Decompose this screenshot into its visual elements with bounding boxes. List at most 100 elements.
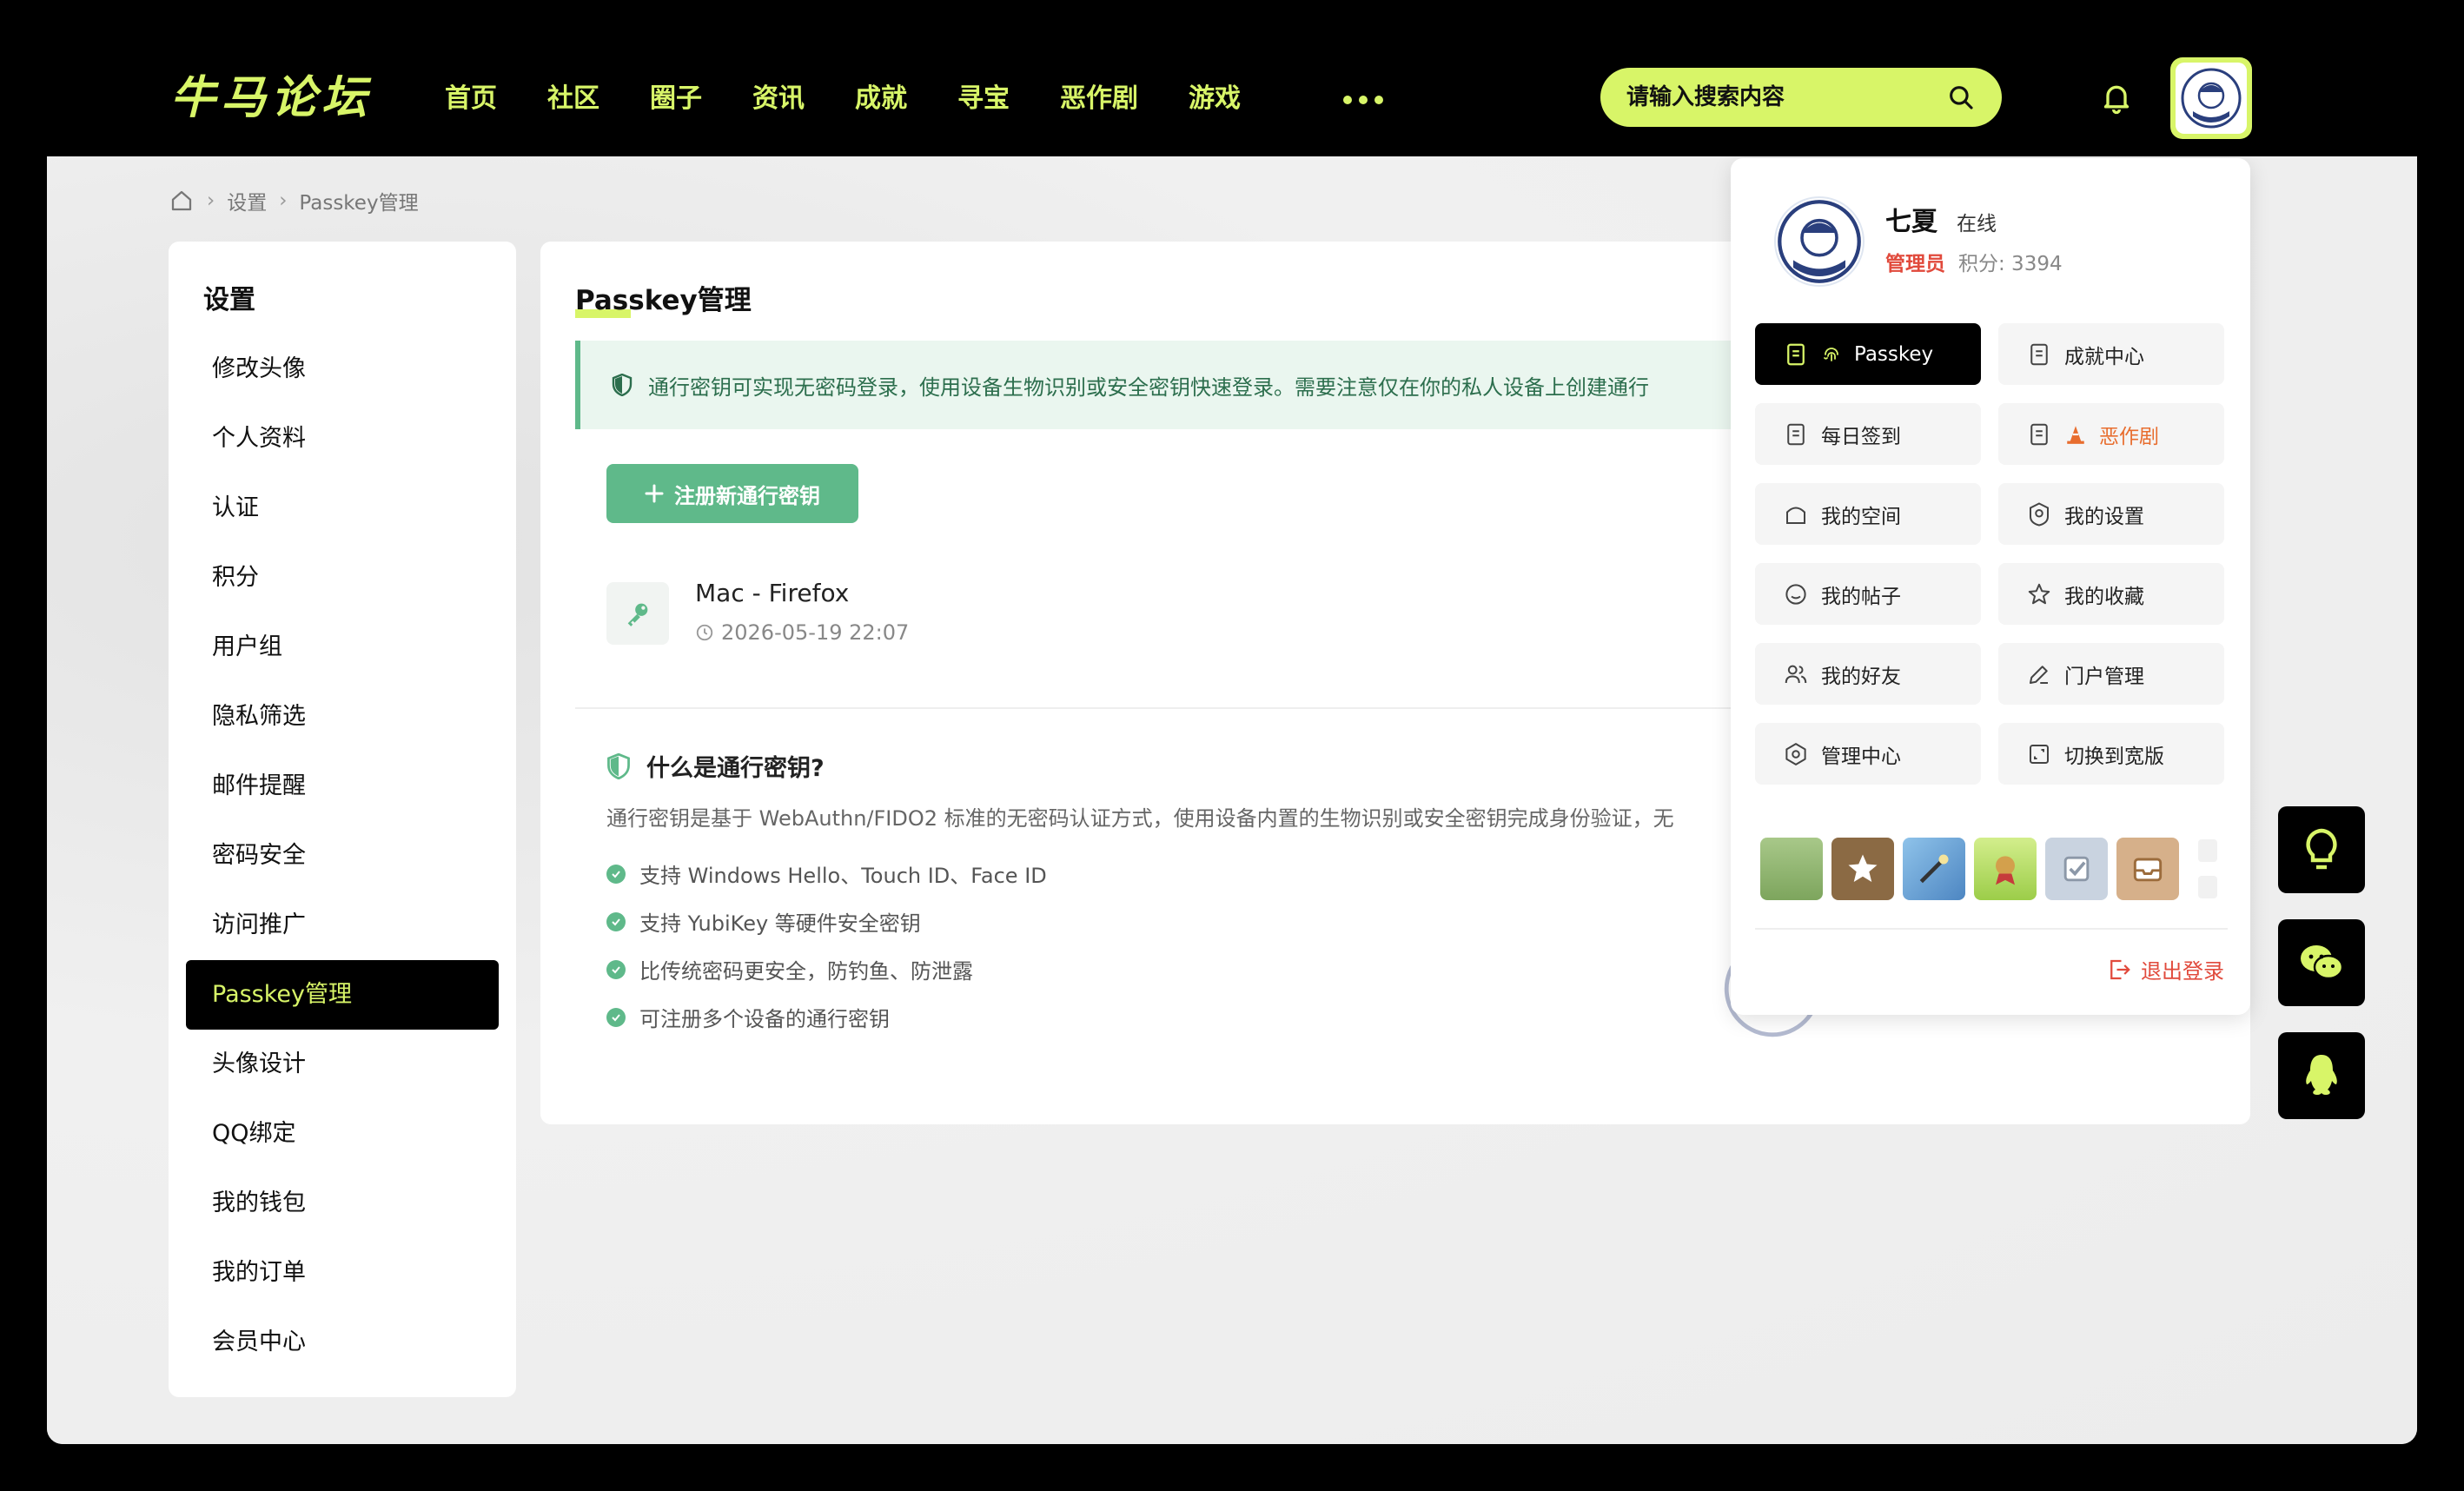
what-is-passkey-heading: 什么是通行密钥? bbox=[606, 749, 825, 783]
edit-icon bbox=[2030, 665, 2048, 684]
nav-community[interactable]: 社区 bbox=[547, 73, 599, 125]
medal-star-icon[interactable] bbox=[1831, 838, 1894, 900]
check-icon bbox=[606, 959, 626, 979]
sidebar-title: 设置 bbox=[203, 285, 255, 315]
medal-scroll bbox=[2198, 839, 2217, 898]
menu-my-space[interactable]: 我的空间 bbox=[1755, 483, 1981, 545]
menu-admin-center[interactable]: 管理中心 bbox=[1755, 723, 1981, 785]
star-icon bbox=[2028, 583, 2050, 604]
register-passkey-button[interactable]: 注册新通行密钥 bbox=[606, 464, 858, 523]
sidebar-item-vip[interactable]: 会员中心 bbox=[186, 1308, 499, 1377]
check-icon bbox=[606, 864, 626, 884]
menu-portal-admin[interactable]: 门户管理 bbox=[1998, 643, 2224, 705]
logout-icon bbox=[2110, 959, 2130, 979]
sidebar-item-avatar-design[interactable]: 头像设计 bbox=[186, 1030, 499, 1099]
check-icon bbox=[606, 911, 626, 931]
sidebar-item-privacy[interactable]: 隐私筛选 bbox=[186, 682, 499, 752]
top-navbar: 牛马论坛 首页 社区 圈子 资讯 成就 寻宝 恶作剧 游戏 bbox=[0, 0, 2464, 156]
sidebar-item-profile[interactable]: 个人资料 bbox=[186, 404, 499, 474]
scroll-right-icon[interactable] bbox=[2198, 839, 2217, 862]
page-title: Passkey管理 bbox=[575, 285, 752, 316]
nav-news[interactable]: 资讯 bbox=[752, 73, 805, 125]
shield-icon bbox=[612, 374, 633, 396]
medal-group-icon[interactable] bbox=[1760, 838, 1823, 900]
medal-list bbox=[1760, 838, 2179, 900]
document-icon bbox=[1787, 343, 1805, 365]
gear-icon bbox=[1785, 742, 1806, 765]
search-box bbox=[1600, 68, 2002, 127]
menu-achievements[interactable]: 成就中心 bbox=[1998, 323, 2224, 385]
menu-my-posts[interactable]: 我的帖子 bbox=[1755, 563, 1981, 625]
avatar[interactable] bbox=[1774, 196, 1865, 287]
nav-circles[interactable]: 圈子 bbox=[650, 73, 702, 125]
site-logo[interactable]: 牛马论坛 bbox=[170, 68, 372, 129]
scroll-left-icon[interactable] bbox=[2198, 876, 2217, 898]
online-status: 在线 bbox=[1957, 213, 1997, 235]
document-icon bbox=[2030, 423, 2048, 445]
sidebar-item-orders[interactable]: 我的订单 bbox=[186, 1238, 499, 1308]
medal-inbox-icon[interactable] bbox=[2116, 838, 2179, 900]
medal-wand-icon[interactable] bbox=[1903, 838, 1965, 900]
search-input[interactable] bbox=[1626, 84, 1946, 110]
menu-prank[interactable]: 恶作剧 bbox=[1998, 403, 2224, 465]
menu-switch-wide[interactable]: 切换到宽版 bbox=[1998, 723, 2224, 785]
list-item: 比传统密码更安全，防钓鱼、防泄露 bbox=[606, 945, 1047, 993]
sidebar-item-avatar[interactable]: 修改头像 bbox=[186, 335, 499, 404]
list-item: 可注册多个设备的通行密钥 bbox=[606, 993, 1047, 1041]
list-item: 支持 Windows Hello、Touch ID、Face ID bbox=[606, 850, 1047, 898]
breadcrumb-settings[interactable]: 设置 bbox=[227, 186, 267, 215]
wechat-icon bbox=[2301, 945, 2344, 980]
user-menu-dropdown: 七夏 在线 管理员 积分: 3394 Passkey 成就中心 每日签到 恶作剧… bbox=[1731, 158, 2250, 1015]
user-points: 积分: 3394 bbox=[1958, 253, 2063, 275]
user-avatar[interactable] bbox=[2170, 57, 2252, 139]
sidebar-item-wallet[interactable]: 我的钱包 bbox=[186, 1169, 499, 1238]
user-role-badge: 管理员 bbox=[1885, 253, 1945, 275]
clock-icon bbox=[696, 624, 713, 641]
sidebar-item-email[interactable]: 邮件提醒 bbox=[186, 752, 499, 821]
search-icon[interactable] bbox=[1946, 83, 1976, 112]
menu-favorites[interactable]: 我的收藏 bbox=[1998, 563, 2224, 625]
menu-passkey[interactable]: Passkey bbox=[1755, 323, 1981, 385]
document-icon bbox=[1787, 423, 1805, 445]
bell-icon[interactable] bbox=[2099, 80, 2134, 115]
wechat-button[interactable] bbox=[2278, 919, 2365, 1006]
nav-achievements[interactable]: 成就 bbox=[855, 73, 907, 125]
breadcrumb: › 设置 › Passkey管理 bbox=[169, 186, 419, 215]
medal-checkbox-icon[interactable] bbox=[2045, 838, 2108, 900]
settings-sidebar: 设置 修改头像 个人资料 认证 积分 用户组 隐私筛选 邮件提醒 密码安全 访问… bbox=[169, 242, 516, 1397]
expand-icon bbox=[2030, 744, 2049, 764]
menu-daily-checkin[interactable]: 每日签到 bbox=[1755, 403, 1981, 465]
sidebar-item-password[interactable]: 密码安全 bbox=[186, 821, 499, 891]
cone-icon bbox=[2067, 425, 2084, 444]
lightbulb-icon bbox=[2306, 828, 2337, 870]
menu-friends[interactable]: 我的好友 bbox=[1755, 643, 1981, 705]
sidebar-item-promotion[interactable]: 访问推广 bbox=[186, 891, 499, 960]
sidebar-item-points[interactable]: 积分 bbox=[186, 543, 499, 613]
sidebar-item-qq[interactable]: QQ绑定 bbox=[186, 1099, 499, 1169]
main-nav: 首页 社区 圈子 资讯 成就 寻宝 恶作剧 游戏 bbox=[445, 73, 1291, 125]
nav-games[interactable]: 游戏 bbox=[1189, 73, 1241, 125]
sidebar-item-passkey[interactable]: Passkey管理 bbox=[186, 960, 499, 1030]
shield-check-icon bbox=[607, 752, 630, 779]
qq-button[interactable] bbox=[2278, 1032, 2365, 1119]
sidebar-item-verify[interactable]: 认证 bbox=[186, 474, 499, 543]
what-is-passkey-desc: 通行密钥是基于 WebAuthn/FIDO2 标准的无密码认证方式，使用设备内置… bbox=[606, 806, 1674, 831]
chat-icon bbox=[1785, 583, 1806, 605]
nav-home[interactable]: 首页 bbox=[445, 73, 497, 125]
more-icon[interactable] bbox=[1343, 96, 1383, 104]
menu-my-settings[interactable]: 我的设置 bbox=[1998, 483, 2224, 545]
nav-treasure[interactable]: 寻宝 bbox=[957, 73, 1010, 125]
medal-ribbon-icon[interactable] bbox=[1974, 838, 2037, 900]
document-icon bbox=[2030, 343, 2048, 365]
sidebar-item-usergroup[interactable]: 用户组 bbox=[186, 613, 499, 682]
notice-text: 通行密钥可实现无密码登录，使用设备生物识别或安全密钥快速登录。需要注意仅在你的私… bbox=[648, 374, 1649, 400]
passkey-device-name: Mac - Firefox bbox=[695, 579, 850, 607]
passkey-date: 2026-05-19 22:07 bbox=[695, 620, 909, 645]
feature-list: 支持 Windows Hello、Touch ID、Face ID 支持 Yub… bbox=[606, 850, 1047, 1041]
nav-prank[interactable]: 恶作剧 bbox=[1060, 73, 1138, 125]
home-icon[interactable] bbox=[169, 188, 195, 214]
plus-icon bbox=[645, 484, 664, 503]
user-name: 七夏 bbox=[1885, 207, 1937, 237]
lightbulb-button[interactable] bbox=[2278, 806, 2365, 893]
logout-button[interactable]: 退出登录 bbox=[2106, 954, 2224, 984]
